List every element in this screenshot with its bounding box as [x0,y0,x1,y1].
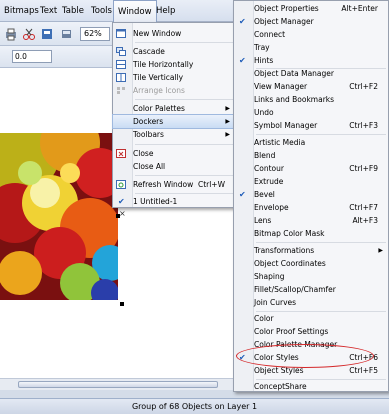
menu-item-color-proof-settings[interactable]: Color Proof Settings [234,325,388,338]
menu-item-object-coordinates[interactable]: Object Coordinates [234,257,388,270]
menu-item-dockers[interactable]: Dockers ▶ [112,114,236,129]
window-menu: New Window Cascade Tile Horizontally Til… [112,22,236,208]
highlight-ellipse [236,344,374,368]
center-marker-icon: × [119,209,126,218]
menu-item-view-manager[interactable]: View Manager Ctrl+F2 [234,80,388,93]
colorful-bubbles-artwork[interactable] [0,133,118,300]
status-text: Group of 68 Objects on Layer 1 [131,402,258,411]
menu-item-conceptshare[interactable]: ConceptShare [234,380,388,393]
menu-table[interactable]: Table [58,0,88,22]
menu-item-tile-horizontally[interactable]: Tile Horizontally [113,58,235,71]
menu-item-fillet-scallop-chamfer[interactable]: Fillet/Scallop/Chamfer [234,283,388,296]
submenu-arrow-icon: ▶ [225,105,230,112]
tile-vertical-icon [116,73,126,82]
submenu-arrow-icon: ▶ [225,131,230,138]
menu-item-links-and-bookmarks[interactable]: Links and Bookmarks [234,93,388,106]
export-icon[interactable] [40,27,54,41]
menu-item-object-data-manager[interactable]: Object Data Manager [234,67,388,80]
menu-item-contour[interactable]: Contour Ctrl+F9 [234,162,388,175]
dockers-submenu: Object Properties Alt+Enter ✔ Object Manag… [233,0,389,392]
zoom-level-field[interactable]: 62% [80,27,110,41]
menu-item-transformations[interactable]: Transformations ▶ [234,244,388,257]
submenu-arrow-icon: ▶ [378,247,383,254]
menu-item-extrude[interactable]: Extrude [234,175,388,188]
menu-item-color-palettes[interactable]: Color Palettes ▶ [113,102,235,115]
menu-item-envelope[interactable]: Envelope Ctrl+F7 [234,201,388,214]
application-launcher-icon[interactable] [60,27,74,41]
menu-item-bitmap-color-mask[interactable]: Bitmap Color Mask [234,227,388,240]
tile-horizontal-icon [116,60,126,69]
menu-item-close[interactable]: Close [113,147,235,160]
menu-tools[interactable]: Tools [87,0,116,22]
selection-handle[interactable] [120,302,124,306]
menu-item-untitled-1[interactable]: ✔ 1 Untitled-1 [113,195,235,208]
menu-item-cascade[interactable]: Cascade [113,45,235,58]
menu-item-object-properties[interactable]: Object Properties Alt+Enter [234,2,388,15]
menu-item-connect[interactable]: Connect [234,28,388,41]
menu-item-artistic-media[interactable]: Artistic Media [234,136,388,149]
refresh-icon [116,180,126,189]
menu-item-refresh-window[interactable]: Refresh Window Ctrl+W [113,178,235,191]
menu-item-undo[interactable]: Undo [234,106,388,119]
menu-item-tile-vertically[interactable]: Tile Vertically [113,71,235,84]
menu-item-color[interactable]: Color [234,312,388,325]
menu-item-join-curves[interactable]: Join Curves [234,296,388,309]
menu-item-hints[interactable]: ✔ Hints [234,54,388,67]
scissors-icon[interactable] [22,27,36,41]
menu-item-symbol-manager[interactable]: Symbol Manager Ctrl+F3 [234,119,388,132]
menu-item-lens[interactable]: Lens Alt+F3 [234,214,388,227]
menu-item-blend[interactable]: Blend [234,149,388,162]
cascade-icon [116,47,126,56]
close-window-icon [116,149,126,158]
checkmark-icon: ✔ [118,197,125,206]
status-bar: Group of 68 Objects on Layer 1 [0,398,389,414]
checkmark-icon: ✔ [239,17,246,26]
menu-item-close-all[interactable]: Close All [113,160,235,173]
new-window-icon [116,29,126,38]
submenu-arrow-icon: ▶ [225,118,230,125]
arrange-icons-icon [117,87,125,94]
menu-item-new-window[interactable]: New Window [113,27,235,40]
menu-item-toolbars[interactable]: Toolbars ▶ [113,128,235,141]
print-icon[interactable] [4,27,18,41]
menu-window[interactable]: Window [113,0,157,23]
menu-item-tray[interactable]: Tray [234,41,388,54]
menu-item-shaping[interactable]: Shaping [234,270,388,283]
checkmark-icon: ✔ [239,56,246,65]
menu-item-bevel[interactable]: ✔ Bevel [234,188,388,201]
menu-item-arrange-icons: Arrange Icons [113,84,235,97]
menu-help[interactable]: Help [152,0,179,22]
scrollbar-thumb[interactable] [18,381,218,388]
menu-item-object-manager[interactable]: ✔ Object Manager [234,15,388,28]
checkmark-icon: ✔ [239,190,246,199]
x-position-field[interactable]: 0.0 [12,50,52,63]
